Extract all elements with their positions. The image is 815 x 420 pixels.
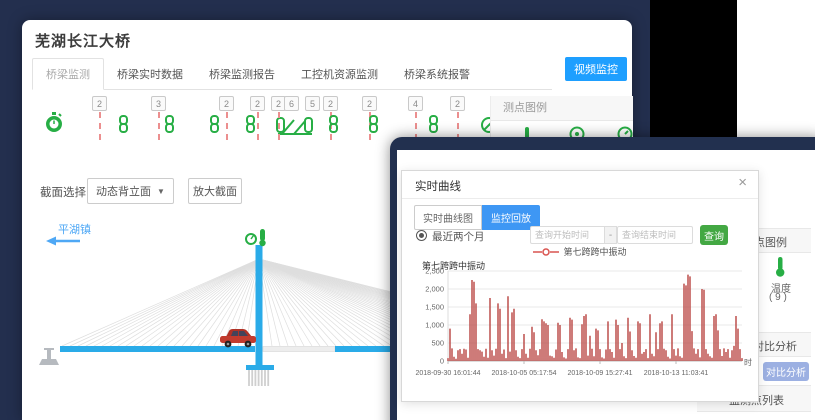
- dialog-tab-1[interactable]: 实时曲线图: [414, 205, 482, 230]
- chain-link-icon[interactable]: [209, 115, 220, 138]
- bridge-pier: [39, 348, 59, 365]
- chain-link-icon[interactable]: [328, 115, 339, 138]
- svg-text:2,000: 2,000: [425, 285, 444, 294]
- temperature-count: ( 9 ): [769, 292, 787, 303]
- svg-text:500: 500: [431, 339, 444, 348]
- query-button[interactable]: 查询: [700, 225, 728, 245]
- sensor-dashed-line: [158, 112, 160, 140]
- sensor-count-badge: 2: [250, 96, 265, 111]
- black-region: [650, 0, 737, 143]
- sensor-dashed-line: [257, 112, 259, 140]
- svg-text:1,500: 1,500: [425, 303, 444, 312]
- query-end-input[interactable]: [617, 226, 693, 244]
- compare-analysis-button[interactable]: 对比分析: [763, 362, 809, 381]
- legend-marker-icon: [533, 248, 559, 256]
- sensor-count-badge: 2: [92, 96, 107, 111]
- sensor-dashed-line: [457, 112, 459, 140]
- bridge-sensor-icon[interactable]: [274, 112, 316, 140]
- svg-text:2,500: 2,500: [425, 267, 444, 276]
- dialog-tab-group: 实时曲线图监控回放: [414, 205, 540, 230]
- temperature-icon[interactable]: [773, 256, 787, 278]
- chart-legend[interactable]: 第七跨跨中振动: [402, 245, 758, 258]
- date-separator: -: [604, 226, 617, 244]
- svg-text:0: 0: [440, 357, 444, 366]
- x-tick-label: 2018-10-05 05:17:54: [492, 370, 557, 377]
- zoom-section-button[interactable]: 放大截面: [188, 178, 242, 204]
- radio-label: 最近两个月: [432, 229, 485, 244]
- section-select-dropdown[interactable]: 动态背立面 ▼: [87, 178, 174, 204]
- close-icon[interactable]: ×: [738, 175, 747, 190]
- query-start-input[interactable]: [530, 226, 606, 244]
- svg-text:时间: 时间: [744, 357, 752, 367]
- compare-section-title: 对比分析: [753, 338, 797, 354]
- tower-pier-hatch: [249, 370, 268, 386]
- svg-text:1,000: 1,000: [425, 321, 444, 330]
- dialog-title: 实时曲线: [415, 178, 461, 194]
- legend-panel-title: 测点图例: [491, 96, 633, 121]
- chain-link-icon[interactable]: [428, 115, 439, 138]
- dialog-header: 实时曲线 ×: [402, 171, 758, 199]
- sensor-count-badge: 2: [450, 96, 465, 111]
- direction-label: 平湖镇: [58, 222, 91, 236]
- sensor-dashed-line: [99, 112, 101, 140]
- section-select-value: 动态背立面: [96, 183, 151, 199]
- sensor-count-badge: 5: [305, 96, 320, 111]
- chain-link-icon[interactable]: [164, 115, 175, 138]
- chart-legend-label: 第七跨跨中振动: [563, 245, 626, 258]
- app-background: 芜湖长江大桥 桥梁监测桥梁实时数据桥梁监测报告工控机资源监测桥梁系统报警 视频监…: [0, 0, 815, 420]
- white-region: [737, 0, 815, 143]
- chain-link-icon[interactable]: [118, 115, 129, 138]
- sensor-count-badge: 2: [323, 96, 338, 111]
- x-tick-label: 2018-10-09 15:27:41: [568, 370, 633, 377]
- x-tick-label: 2018-10-13 11:03:41: [644, 370, 709, 377]
- sensor-count-badge: 4: [408, 96, 423, 111]
- bridge-tower: [256, 245, 263, 367]
- direction-arrow-icon: [46, 237, 80, 246]
- vibration-series: [448, 275, 742, 361]
- sensor-count-badge: 2: [219, 96, 234, 111]
- sensor-count-badge: 3: [151, 96, 166, 111]
- sensor-dashed-line: [415, 112, 417, 140]
- vibration-chart[interactable]: 0 500 1,000 1,500 2,000 2,500 2018-09-30 16:01…: [412, 265, 752, 395]
- sensor-dashed-line: [278, 112, 280, 140]
- bridge-deck: [60, 346, 255, 352]
- x-tick-label: 2018-09-30 16:01:44: [416, 370, 481, 377]
- tower-sensor-icon: [246, 229, 266, 246]
- overlay-window: 测点图例 温度 ( 9 ) 对比分析 对比分析 监测点列表 实时曲线 × 实时曲…: [390, 137, 815, 420]
- stopwatch-icon[interactable]: [44, 110, 64, 134]
- bridge-deck-segment: [263, 347, 335, 352]
- chain-link-icon[interactable]: [245, 115, 256, 138]
- sensor-count-badge: 6: [284, 96, 299, 111]
- chain-link-icon[interactable]: [368, 115, 379, 138]
- curve-dialog: 实时曲线 × 实时曲线图监控回放 最近两个月 - 查询 第七跨跨中振动 第七跨跨…: [401, 170, 759, 402]
- recent-two-months-radio[interactable]: [416, 230, 427, 241]
- tower-pier-cap: [246, 365, 274, 370]
- chevron-down-icon: ▼: [157, 187, 165, 196]
- sensor-dashed-line: [226, 112, 228, 140]
- sensor-count-badge: 2: [362, 96, 377, 111]
